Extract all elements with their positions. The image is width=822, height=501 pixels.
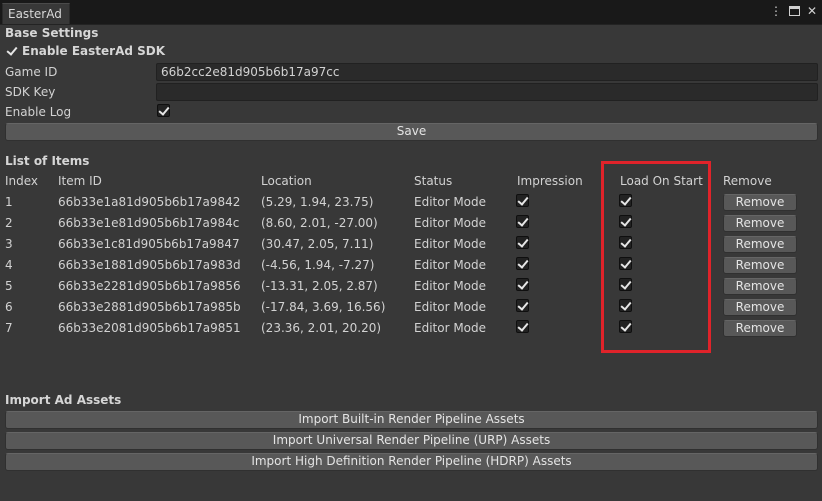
column-header-status: Status xyxy=(414,174,453,188)
import-builtin-button[interactable]: Import Built-in Render Pipeline Assets xyxy=(5,411,818,429)
row-item-id: 66b33e2281d905b6b17a9856 xyxy=(58,279,241,293)
row-status: Editor Mode xyxy=(414,279,487,293)
row-item-id: 66b33e1881d905b6b17a983d xyxy=(58,258,241,272)
column-header-impression: Impression xyxy=(517,174,583,188)
save-button[interactable]: Save xyxy=(5,123,818,141)
row-index: 6 xyxy=(5,300,13,314)
enable-log-label: Enable Log xyxy=(5,105,72,119)
base-settings-heading: Base Settings xyxy=(5,26,99,40)
impression-checkbox[interactable] xyxy=(516,299,529,312)
row-location: (-4.56, 1.94, -7.27) xyxy=(261,258,375,272)
row-status: Editor Mode xyxy=(414,300,487,314)
row-item-id: 66b33e1e81d905b6b17a984c xyxy=(58,216,240,230)
game-id-label: Game ID xyxy=(5,65,58,79)
impression-checkbox[interactable] xyxy=(516,215,529,228)
easterad-panel: Base Settings Enable EasterAd SDK Game I… xyxy=(0,24,822,501)
row-index: 1 xyxy=(5,195,13,209)
row-status: Editor Mode xyxy=(414,237,487,251)
more-options-icon[interactable]: ⋮ xyxy=(770,4,782,18)
enable-log-checkbox[interactable] xyxy=(157,104,170,117)
column-header-remove: Remove xyxy=(723,174,772,188)
enable-sdk-label: Enable EasterAd SDK xyxy=(22,44,166,58)
remove-button[interactable]: Remove xyxy=(723,215,797,232)
remove-button[interactable]: Remove xyxy=(723,299,797,316)
row-location: (8.60, 2.01, -27.00) xyxy=(261,216,378,230)
sdk-key-label: SDK Key xyxy=(5,85,56,99)
import-urp-button[interactable]: Import Universal Render Pipeline (URP) A… xyxy=(5,432,818,450)
load-on-start-highlight-box xyxy=(601,161,711,353)
impression-checkbox[interactable] xyxy=(516,278,529,291)
column-header-index: Index xyxy=(5,174,39,188)
row-item-id: 66b33e1c81d905b6b17a9847 xyxy=(58,237,240,251)
row-index: 3 xyxy=(5,237,13,251)
import-hdrp-button[interactable]: Import High Definition Render Pipeline (… xyxy=(5,453,818,471)
row-status: Editor Mode xyxy=(414,258,487,272)
enable-sdk-checkbox[interactable] xyxy=(5,45,18,58)
row-item-id: 66b33e1a81d905b6b17a9842 xyxy=(58,195,241,209)
impression-checkbox[interactable] xyxy=(516,236,529,249)
list-of-items-heading: List of Items xyxy=(5,154,90,168)
impression-checkbox[interactable] xyxy=(516,257,529,270)
sdk-key-field[interactable] xyxy=(156,83,818,101)
row-index: 7 xyxy=(5,321,13,335)
column-header-item-id: Item ID xyxy=(58,174,102,188)
row-location: (-13.31, 2.05, 2.87) xyxy=(261,279,378,293)
row-status: Editor Mode xyxy=(414,195,487,209)
row-location: (23.36, 2.01, 20.20) xyxy=(261,321,382,335)
import-ad-assets-heading: Import Ad Assets xyxy=(5,393,122,407)
remove-button[interactable]: Remove xyxy=(723,278,797,295)
row-status: Editor Mode xyxy=(414,216,487,230)
impression-checkbox[interactable] xyxy=(516,194,529,207)
row-location: (5.29, 1.94, 23.75) xyxy=(261,195,374,209)
tab-easterad[interactable]: EasterAd xyxy=(2,3,70,24)
maximize-icon[interactable] xyxy=(788,4,800,18)
row-item-id: 66b33e2881d905b6b17a985b xyxy=(58,300,241,314)
remove-button[interactable]: Remove xyxy=(723,236,797,253)
row-location: (-17.84, 3.69, 16.56) xyxy=(261,300,386,314)
impression-checkbox[interactable] xyxy=(516,320,529,333)
row-index: 2 xyxy=(5,216,13,230)
remove-button[interactable]: Remove xyxy=(723,320,797,337)
game-id-field[interactable]: 66b2cc2e81d905b6b17a97cc xyxy=(156,63,818,81)
window-controls: ⋮ ✕ xyxy=(770,4,818,18)
column-header-location: Location xyxy=(261,174,312,188)
remove-button[interactable]: Remove xyxy=(723,194,797,211)
remove-button[interactable]: Remove xyxy=(723,257,797,274)
row-status: Editor Mode xyxy=(414,321,487,335)
row-index: 4 xyxy=(5,258,13,272)
row-item-id: 66b33e2081d905b6b17a9851 xyxy=(58,321,241,335)
row-index: 5 xyxy=(5,279,13,293)
row-location: (30.47, 2.05, 7.11) xyxy=(261,237,374,251)
close-icon[interactable]: ✕ xyxy=(806,4,818,18)
window-tab-bar: EasterAd ⋮ ✕ xyxy=(0,0,822,24)
